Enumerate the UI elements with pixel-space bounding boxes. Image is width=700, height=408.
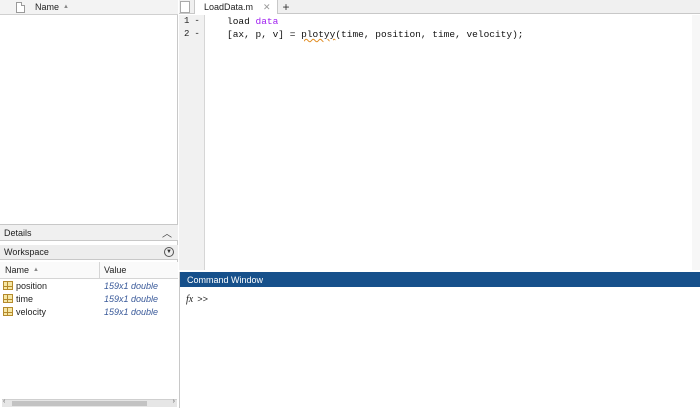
editor-panel: LoadData.m ✕ + 1 - 2 - load data [ax, p,… <box>179 0 700 270</box>
matrix-variable-icon <box>3 281 13 290</box>
workspace-row[interactable]: velocity 159x1 double <box>0 305 178 318</box>
close-icon[interactable]: ✕ <box>263 2 271 13</box>
workspace-title-bar: Workspace ▼ <box>0 245 178 260</box>
chevron-up-icon[interactable]: ︿ <box>162 225 172 240</box>
variable-name: position <box>16 280 48 291</box>
tab-label: LoadData.m <box>204 2 254 12</box>
code-area[interactable]: load data [ax, p, v] = plotyy(time, posi… <box>227 15 523 41</box>
name-column-label: Name <box>5 265 30 275</box>
value-column-label[interactable]: Value <box>100 265 126 275</box>
file-icon <box>16 1 25 13</box>
vertical-scrollbar[interactable] <box>692 15 700 270</box>
workspace-row[interactable]: position 159x1 double <box>0 279 178 292</box>
workspace-row[interactable]: time 159x1 double <box>0 292 178 305</box>
code-line[interactable]: load data <box>227 15 523 28</box>
left-panel: Name ▲ Details ︿ Workspace ▼ Name ▲ Valu… <box>0 0 178 408</box>
workspace-table-header: Name ▲ Value <box>0 262 178 279</box>
actions-menu-icon[interactable]: ▼ <box>164 247 174 257</box>
line-number: 2 <box>184 29 190 39</box>
matrix-variable-icon <box>3 307 13 316</box>
variable-value: 159x1 double <box>104 293 159 304</box>
editor-tab-bar: LoadData.m ✕ + <box>179 0 700 14</box>
code-line[interactable]: [ax, p, v] = plotyy(time, position, time… <box>227 28 523 41</box>
horizontal-scrollbar[interactable]: ‹ › <box>2 398 177 407</box>
details-bar[interactable]: Details ︿ <box>0 224 178 241</box>
line-marker: - <box>194 16 200 26</box>
code-text: (time, position, time, velocity); <box>335 29 524 40</box>
sort-ascending-icon: ▲ <box>63 4 69 10</box>
line-number-row: 1 - <box>179 15 204 28</box>
scrollbar-thumb[interactable] <box>12 401 147 406</box>
name-column[interactable]: Name ▲ <box>0 262 100 278</box>
variable-name: velocity <box>16 306 47 317</box>
line-number-gutter: 1 - 2 - <box>179 15 205 270</box>
fx-icon[interactable]: fx <box>186 294 193 305</box>
command-window[interactable]: Command Window fx >> <box>179 272 700 408</box>
scroll-left-icon[interactable]: ‹ <box>3 398 5 405</box>
line-number-row: 2 - <box>179 28 204 41</box>
variable-value: 159x1 double <box>104 280 159 291</box>
command-window-title: Command Window <box>180 272 700 287</box>
variable-value: 159x1 double <box>104 306 159 317</box>
command-prompt[interactable]: fx >> <box>186 294 208 305</box>
tab-loaddata[interactable]: LoadData.m ✕ <box>194 0 278 14</box>
line-number: 1 <box>184 16 190 26</box>
name-column-header[interactable]: Name <box>35 2 59 12</box>
variable-name: time <box>16 293 34 304</box>
current-folder-header[interactable]: Name ▲ <box>0 0 178 15</box>
scroll-right-icon[interactable]: › <box>173 398 175 405</box>
details-label: Details <box>4 227 32 238</box>
line-marker: - <box>194 29 200 39</box>
code-text: load <box>227 16 256 27</box>
code-text: [ax, p, v] = <box>227 29 302 40</box>
prompt-symbol: >> <box>197 294 209 305</box>
code-function: plotyy <box>301 29 336 40</box>
matrix-variable-icon <box>3 294 13 303</box>
document-icon <box>180 1 190 13</box>
sort-ascending-icon: ▲ <box>33 267 39 273</box>
workspace-table: Name ▲ Value position 159x1 double time … <box>0 262 178 408</box>
workspace-label: Workspace <box>4 247 49 257</box>
code-string: data <box>255 16 279 27</box>
plus-icon[interactable]: + <box>279 0 293 14</box>
